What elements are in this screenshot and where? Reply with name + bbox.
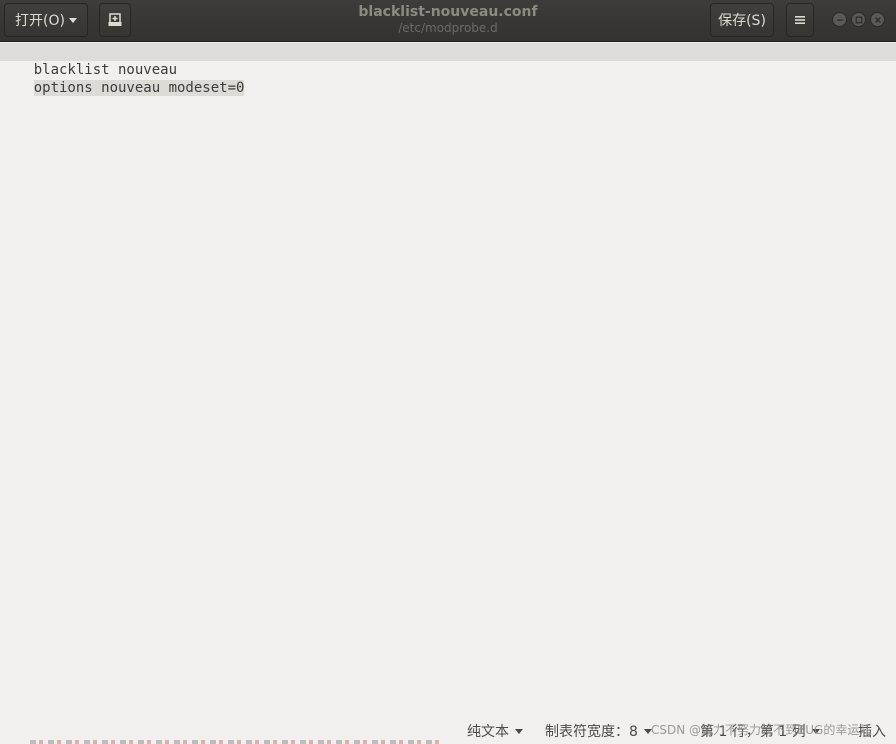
open-button-label: 打开(O) <box>15 13 65 29</box>
minimize-button[interactable] <box>832 12 847 27</box>
language-selector[interactable]: 纯文本 <box>467 721 523 741</box>
chevron-down-icon <box>515 728 523 734</box>
save-button[interactable]: 保存(S) <box>710 3 774 37</box>
tab-width-label: 制表符宽度：8 <box>545 724 638 740</box>
editor-line[interactable]: options nouveau modeset=0 <box>0 61 896 96</box>
bottom-edge-artifact <box>30 740 440 744</box>
new-document-button[interactable] <box>99 3 131 37</box>
menu-button[interactable] <box>786 3 814 37</box>
watermark: CSDN @努力不努力就不到BUG的幸运儿 <box>651 723 872 737</box>
close-icon <box>874 16 881 23</box>
chevron-down-icon <box>68 17 77 23</box>
close-button[interactable] <box>870 12 885 27</box>
maximize-button[interactable] <box>851 12 866 27</box>
save-button-label: 保存(S) <box>718 13 766 29</box>
open-button[interactable]: 打开(O) <box>4 3 88 37</box>
language-label: 纯文本 <box>467 724 509 740</box>
editor-line[interactable]: blacklist nouveau <box>0 43 896 78</box>
editor-line-text: options nouveau modeset=0 <box>33 80 245 96</box>
minimize-icon <box>836 19 843 21</box>
hamburger-menu-icon <box>795 16 805 24</box>
window-controls <box>832 12 885 27</box>
maximize-icon <box>855 16 862 23</box>
header-bar: 打开(O) blacklist-nouveau.conf /etc/modpro… <box>0 0 896 42</box>
text-editor[interactable]: blacklist nouveau options nouveau modese… <box>0 43 896 713</box>
window-subtitle: /etc/modprobe.d <box>398 21 498 35</box>
window-title-block: blacklist-nouveau.conf /etc/modprobe.d <box>300 3 596 35</box>
tab-width-selector[interactable]: 制表符宽度：8 <box>545 721 652 741</box>
new-document-icon <box>108 13 122 26</box>
window-title: blacklist-nouveau.conf <box>358 4 538 20</box>
